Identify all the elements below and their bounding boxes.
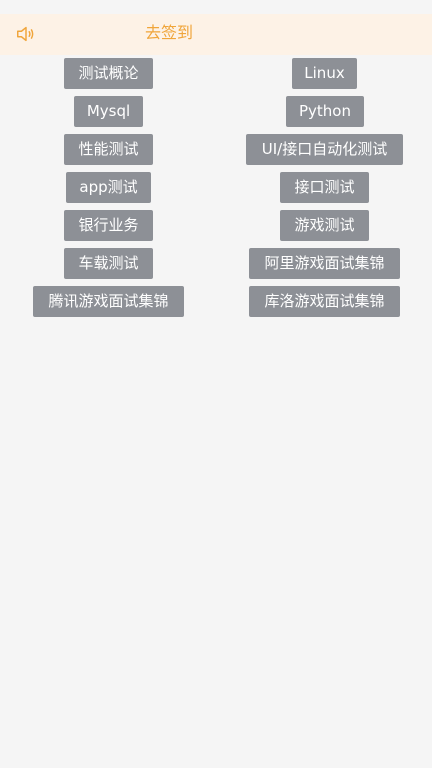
category-button-left[interactable]: 测试概论 <box>64 58 153 89</box>
category-button-right[interactable]: 接口测试 <box>280 172 369 203</box>
category-button-left[interactable]: app测试 <box>66 172 151 203</box>
speaker-icon[interactable] <box>15 23 37 45</box>
checkin-button[interactable]: 去签到 <box>145 22 193 44</box>
top-banner: 去签到 <box>0 14 432 55</box>
category-button-right[interactable]: 库洛游戏面试集锦 <box>249 286 400 317</box>
category-button-right[interactable]: UI/接口自动化测试 <box>246 134 403 165</box>
category-button-right[interactable]: Linux <box>292 58 357 89</box>
category-button-left[interactable]: 银行业务 <box>64 210 153 241</box>
category-button-left[interactable]: 车载测试 <box>64 248 153 279</box>
category-button-right[interactable]: 游戏测试 <box>280 210 369 241</box>
category-button-left[interactable]: 腾讯游戏面试集锦 <box>33 286 184 317</box>
category-button-right[interactable]: 阿里游戏面试集锦 <box>249 248 400 279</box>
category-button-left[interactable]: 性能测试 <box>64 134 153 165</box>
category-button-right[interactable]: Python <box>286 96 364 127</box>
category-button-left[interactable]: Mysql <box>74 96 143 127</box>
